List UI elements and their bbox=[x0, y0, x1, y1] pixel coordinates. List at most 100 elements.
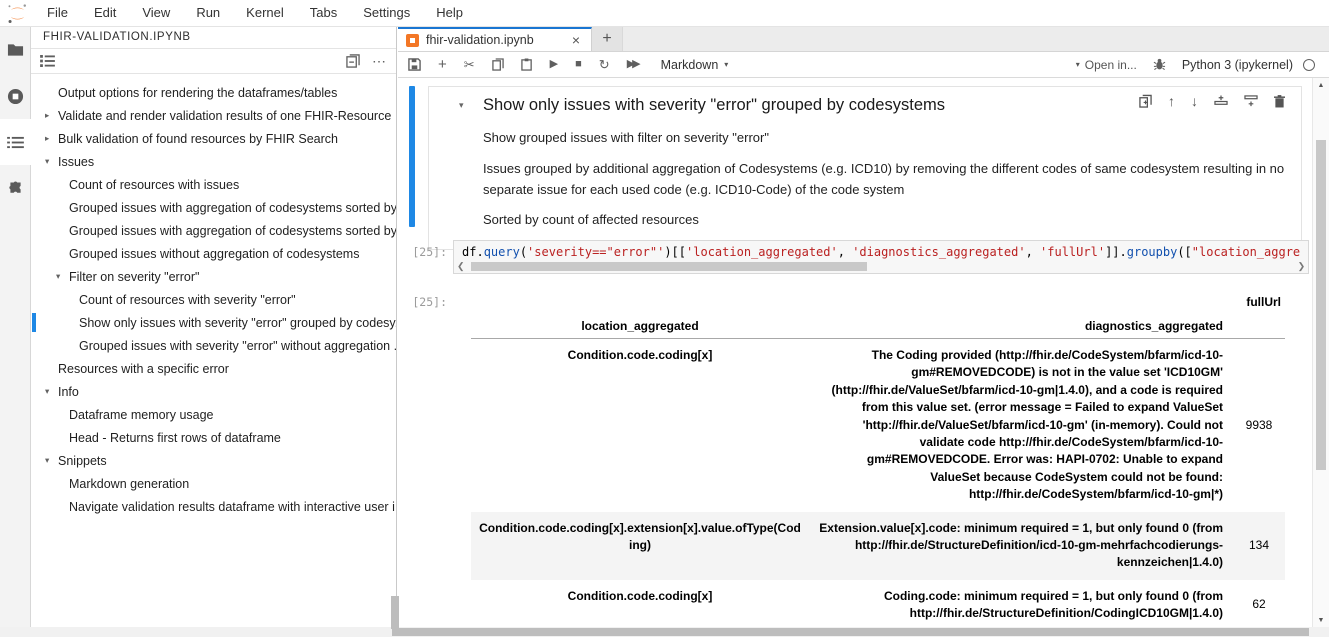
move-cell-up-icon[interactable]: ↑ bbox=[1168, 93, 1175, 109]
toc-item[interactable]: Markdown generation bbox=[31, 472, 396, 495]
toc-item[interactable]: Grouped issues with aggregation of codes… bbox=[31, 196, 396, 219]
main-area: fhir-validation.ipynb × + + ✂ ▶ ■ ↻ ▶▶ M… bbox=[398, 27, 1329, 637]
kernel-name[interactable]: Python 3 (ipykernel) bbox=[1182, 58, 1293, 72]
toc-item-label: Info bbox=[58, 385, 79, 399]
menu-view[interactable]: View bbox=[129, 0, 183, 26]
collapse-all-icon[interactable] bbox=[346, 54, 360, 68]
output-area: [25]: fullUrl location_aggregated bbox=[409, 290, 1302, 627]
horizontal-scroll-thumb[interactable] bbox=[392, 628, 1309, 636]
toc-item-label: Count of resources with severity "error" bbox=[79, 293, 296, 307]
caret-down-icon[interactable]: ▾ bbox=[45, 386, 58, 397]
cell-hover-toolbar: ↑ ↓ bbox=[1139, 93, 1285, 109]
insert-cell-above-icon[interactable] bbox=[1214, 95, 1228, 108]
fullurl-count-cell: 134 bbox=[1233, 512, 1285, 580]
restart-run-all-icon[interactable]: ▶▶ bbox=[627, 59, 638, 70]
toc-item-label: Show only issues with severity "error" g… bbox=[79, 316, 396, 330]
vertical-scroll-thumb[interactable] bbox=[1316, 140, 1326, 470]
save-icon[interactable] bbox=[408, 58, 421, 71]
markdown-paragraph: Issues grouped by additional aggregation… bbox=[483, 159, 1287, 201]
toc-item[interactable]: Show only issues with severity "error" g… bbox=[31, 311, 396, 334]
menu-help[interactable]: Help bbox=[423, 0, 476, 26]
toc-item[interactable]: ▾Filter on severity "error" bbox=[31, 265, 396, 288]
extension-manager-icon[interactable] bbox=[0, 165, 31, 211]
toc-item[interactable]: ▾Snippets bbox=[31, 449, 396, 472]
toc-item[interactable]: Output options for rendering the datafra… bbox=[31, 81, 396, 104]
toc-item[interactable]: Head - Returns first rows of dataframe bbox=[31, 426, 396, 449]
caret-down-icon[interactable]: ▾ bbox=[45, 455, 58, 466]
toc-item[interactable]: Grouped issues with severity "error" wit… bbox=[31, 334, 396, 357]
markdown-cell[interactable]: ▾ Show only issues with severity "error"… bbox=[409, 86, 1302, 250]
running-kernels-icon[interactable] bbox=[0, 73, 31, 119]
more-options-icon[interactable]: ⋯ bbox=[372, 53, 387, 70]
code-editor[interactable]: df.query('severity=="error"')[['location… bbox=[453, 240, 1309, 274]
scroll-track[interactable] bbox=[469, 262, 1294, 271]
toc-item[interactable]: ▾Issues bbox=[31, 150, 396, 173]
code-horizontal-scrollbar[interactable]: ❮ ❯ bbox=[454, 260, 1308, 273]
toc-item-label: Head - Returns first rows of dataframe bbox=[69, 431, 281, 445]
toc-item[interactable]: Grouped issues without aggregation of co… bbox=[31, 242, 396, 265]
location-cell: Condition.code.coding[x].extension[x].va… bbox=[471, 512, 809, 580]
menu-tabs[interactable]: Tabs bbox=[297, 0, 350, 26]
code-line: df.query('severity=="error"')[['location… bbox=[454, 241, 1308, 260]
vertical-scrollbar[interactable]: ▲ ▼ bbox=[1312, 78, 1329, 627]
menu-file[interactable]: File bbox=[34, 0, 81, 26]
toc-item[interactable]: Count of resources with issues bbox=[31, 173, 396, 196]
toc-item[interactable]: ▸Validate and render validation results … bbox=[31, 104, 396, 127]
insert-cell-below-icon[interactable] bbox=[1244, 95, 1258, 108]
stop-kernel-icon[interactable]: ■ bbox=[575, 59, 582, 70]
code-cell[interactable]: [25]: df.query('severity=="error"')[['lo… bbox=[409, 240, 1302, 274]
scroll-left-icon[interactable]: ❮ bbox=[457, 262, 465, 271]
heading-collapse-icon[interactable]: ▾ bbox=[459, 100, 464, 111]
horizontal-scrollbar[interactable] bbox=[0, 627, 1329, 637]
code-token: groupby bbox=[1127, 245, 1178, 259]
open-in-dropdown[interactable]: ▾ Open in... bbox=[1076, 58, 1137, 72]
toc-item-label: Bulk validation of found resources by FH… bbox=[58, 132, 338, 146]
toc-item[interactable]: Resources with a specific error bbox=[31, 357, 396, 380]
toc-item[interactable]: ▾Info bbox=[31, 380, 396, 403]
menu-edit[interactable]: Edit bbox=[81, 0, 129, 26]
scroll-thumb[interactable] bbox=[471, 262, 867, 271]
vertical-scroll-track[interactable] bbox=[1313, 92, 1329, 613]
tab-close-icon[interactable]: × bbox=[569, 32, 583, 48]
run-cell-icon[interactable]: ▶ bbox=[550, 59, 558, 70]
code-token: ]]. bbox=[1105, 245, 1127, 259]
cell-collapser-bar[interactable] bbox=[409, 86, 415, 227]
caret-down-icon[interactable]: ▾ bbox=[56, 271, 69, 282]
menu-run[interactable]: Run bbox=[183, 0, 233, 26]
delete-cell-icon[interactable] bbox=[1274, 95, 1285, 108]
scroll-down-icon[interactable]: ▼ bbox=[1318, 613, 1325, 627]
file-browser-icon[interactable] bbox=[0, 27, 31, 73]
numbered-list-icon[interactable] bbox=[40, 55, 55, 67]
restart-kernel-icon[interactable]: ↻ bbox=[599, 58, 610, 71]
insert-cell-icon[interactable]: + bbox=[438, 57, 447, 72]
cell-type-dropdown[interactable]: Markdown ▾ bbox=[661, 58, 729, 72]
caret-down-icon[interactable]: ▾ bbox=[45, 156, 58, 167]
cut-cells-icon[interactable]: ✂ bbox=[464, 58, 475, 71]
toc-item[interactable]: Dataframe memory usage bbox=[31, 403, 396, 426]
debugger-bug-icon[interactable] bbox=[1153, 58, 1166, 71]
toc-item-label: Dataframe memory usage bbox=[69, 408, 214, 422]
scroll-up-icon[interactable]: ▲ bbox=[1318, 78, 1325, 92]
code-token: 'diagnostics_aggregated' bbox=[852, 245, 1025, 259]
copy-cells-icon[interactable] bbox=[492, 58, 504, 71]
table-row: Condition.code.coding[x]Coding.code: min… bbox=[471, 580, 1285, 627]
toc-item[interactable]: Grouped issues with aggregation of codes… bbox=[31, 219, 396, 242]
location-cell: Condition.code.coding[x] bbox=[471, 580, 809, 627]
table-of-contents-icon[interactable] bbox=[0, 119, 31, 165]
menu-kernel[interactable]: Kernel bbox=[233, 0, 297, 26]
kernel-status-icon[interactable] bbox=[1303, 59, 1315, 71]
duplicate-cell-icon[interactable] bbox=[1139, 94, 1152, 108]
notebook-tab[interactable]: fhir-validation.ipynb × bbox=[398, 27, 592, 51]
scroll-right-icon[interactable]: ❯ bbox=[1298, 262, 1306, 271]
paste-cells-icon[interactable] bbox=[521, 58, 533, 71]
move-cell-down-icon[interactable]: ↓ bbox=[1191, 93, 1198, 109]
caret-right-icon[interactable]: ▸ bbox=[45, 110, 58, 121]
toc-item[interactable]: ▸Bulk validation of found resources by F… bbox=[31, 127, 396, 150]
new-tab-button[interactable]: + bbox=[592, 27, 623, 51]
menu-settings[interactable]: Settings bbox=[350, 0, 423, 26]
toc-item[interactable]: Count of resources with severity "error" bbox=[31, 288, 396, 311]
column-header-fullurl: fullUrl bbox=[1233, 290, 1285, 314]
jupyter-logo bbox=[0, 3, 34, 24]
toc-item[interactable]: Navigate validation results dataframe wi… bbox=[31, 495, 396, 518]
caret-right-icon[interactable]: ▸ bbox=[45, 133, 58, 144]
